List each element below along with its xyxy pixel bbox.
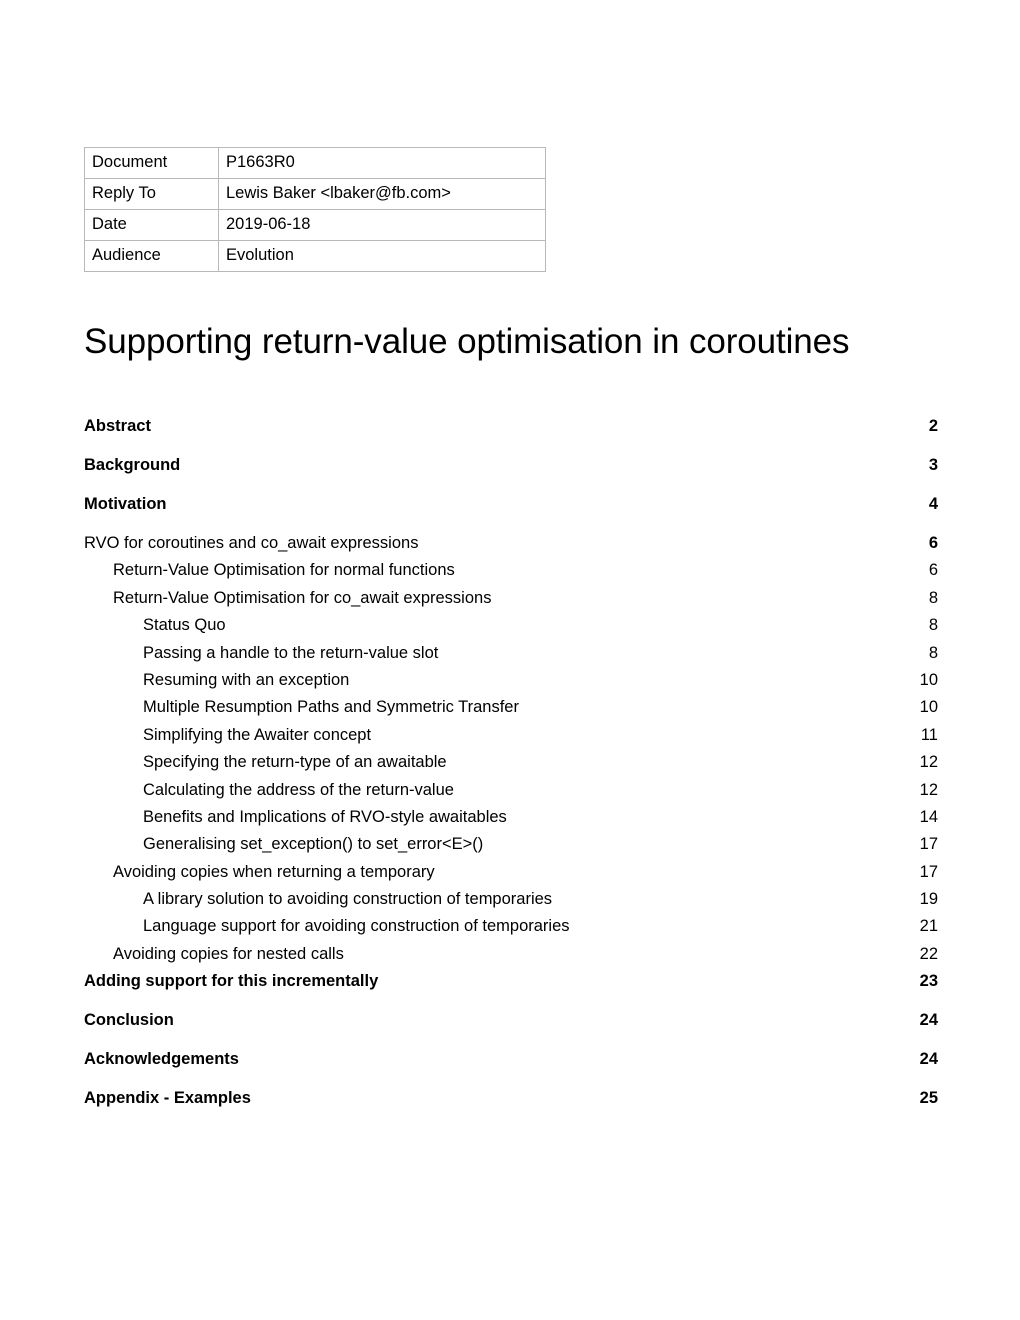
toc-entry-label: Calculating the address of the return-va… [143,780,454,799]
metadata-key-date: Date [84,209,219,241]
toc-entry-page: 8 [928,616,938,635]
toc-entry-benefits-and-implications[interactable]: Benefits and Implications of RVO-style a… [84,807,938,834]
toc-entry-label: Abstract [84,417,151,435]
metadata-key-audience: Audience [84,240,219,272]
toc-entry-page: 25 [919,1089,938,1108]
toc-entry-rvo-co-await-expressions[interactable]: Return-Value Optimisation for co_await e… [84,588,938,615]
table-row: Audience Evolution [84,240,546,272]
document-page: Document P1663R0 Reply To Lewis Baker <l… [0,0,1020,1320]
toc-entry-label: Conclusion [84,1011,174,1030]
toc-entry-page: 21 [919,917,938,936]
toc-entry-status-quo[interactable]: Status Quo 8 [84,615,938,642]
toc-entry-avoiding-copies-temporary[interactable]: Avoiding copies when returning a tempora… [84,862,938,889]
page-title: Supporting return-value optimisation in … [84,322,850,362]
toc-entry-label: Acknowledgements [84,1050,239,1069]
toc-entry-page: 12 [919,753,938,772]
toc-entry-page: 8 [928,588,938,607]
toc-entry-page: 6 [928,534,938,552]
toc-entry-label: RVO for coroutines and co_await expressi… [84,534,419,552]
toc-entry-motivation[interactable]: Motivation 4 [84,494,938,533]
toc-entry-label: Passing a handle to the return-value slo… [143,643,439,662]
toc-entry-page: 3 [928,456,938,474]
metadata-key-reply-to: Reply To [84,178,219,210]
toc-entry-page: 17 [919,835,938,854]
metadata-value-date: 2019-06-18 [218,209,546,241]
toc-entry-page: 10 [919,670,938,689]
toc-entry-specifying-return-type[interactable]: Specifying the return-type of an awaitab… [84,752,938,779]
toc-entry-page: 14 [919,807,938,826]
metadata-key-document: Document [84,147,219,179]
toc-entry-label: Multiple Resumption Paths and Symmetric … [143,698,519,717]
toc-entry-page: 10 [919,698,938,717]
metadata-table-body: Document P1663R0 Reply To Lewis Baker <l… [84,147,546,272]
toc-entry-label: Adding support for this incrementally [84,972,379,991]
toc-entry-label: Generalising set_exception() to set_erro… [143,835,484,854]
toc-entry-resuming-with-an-exception[interactable]: Resuming with an exception 10 [84,670,938,697]
table-row: Date 2019-06-18 [84,209,546,241]
toc-entry-language-support[interactable]: Language support for avoiding constructi… [84,916,938,943]
toc-entry-page: 11 [920,725,938,744]
metadata-value-reply-to: Lewis Baker <lbaker@fb.com> [218,178,546,210]
toc-entry-page: 24 [919,1050,938,1069]
table-of-contents: Abstract 2 Background 3 Motivation 4 RVO… [84,416,938,1127]
toc-entry-label: Motivation [84,495,167,513]
toc-entry-label: Background [84,456,181,474]
metadata-value-document: P1663R0 [218,147,546,179]
toc-entry-label: Appendix - Examples [84,1089,251,1108]
toc-entry-library-solution[interactable]: A library solution to avoiding construct… [84,889,938,916]
toc-entry-adding-support-incrementally[interactable]: Adding support for this incrementally 23 [84,971,938,1010]
document-metadata-table: Document P1663R0 Reply To Lewis Baker <l… [84,147,546,272]
toc-entry-conclusion[interactable]: Conclusion 24 [84,1010,938,1049]
toc-entry-label: Specifying the return-type of an awaitab… [143,753,447,772]
metadata-value-audience: Evolution [218,240,546,272]
toc-entry-label: Simplifying the Awaiter concept [143,725,372,744]
toc-entry-page: 22 [919,944,938,963]
toc-entry-simplifying-awaiter-concept[interactable]: Simplifying the Awaiter concept 11 [84,725,938,752]
toc-entry-generalising-set-exception[interactable]: Generalising set_exception() to set_erro… [84,834,938,861]
toc-entry-abstract[interactable]: Abstract 2 [84,416,938,455]
toc-entry-page: 19 [919,890,938,909]
toc-entry-label: Return-Value Optimisation for co_await e… [113,588,492,607]
toc-entry-page: 17 [919,862,938,881]
toc-entry-label: Return-Value Optimisation for normal fun… [113,561,455,580]
toc-entry-label: Language support for avoiding constructi… [143,917,570,936]
toc-entry-label: A library solution to avoiding construct… [143,890,553,909]
toc-entry-multiple-resumption-paths[interactable]: Multiple Resumption Paths and Symmetric … [84,697,938,724]
toc-entry-page: 4 [928,495,938,513]
toc-entry-label: Status Quo [143,616,226,635]
toc-entry-background[interactable]: Background 3 [84,455,938,494]
toc-entry-label: Avoiding copies for nested calls [113,944,344,963]
toc-entry-label: Resuming with an exception [143,670,350,689]
toc-entry-label: Benefits and Implications of RVO-style a… [143,807,507,826]
toc-entry-rvo-for-coroutines[interactable]: RVO for coroutines and co_await expressi… [84,533,938,560]
toc-entry-passing-a-handle[interactable]: Passing a handle to the return-value slo… [84,643,938,670]
toc-entry-page: 12 [919,780,938,799]
toc-entry-page: 2 [928,417,938,435]
toc-entry-acknowledgements[interactable]: Acknowledgements 24 [84,1049,938,1088]
toc-entry-page: 8 [928,643,938,662]
toc-entry-calculating-address[interactable]: Calculating the address of the return-va… [84,780,938,807]
table-row: Reply To Lewis Baker <lbaker@fb.com> [84,178,546,210]
toc-entry-rvo-normal-functions[interactable]: Return-Value Optimisation for normal fun… [84,560,938,587]
toc-entry-appendix-examples[interactable]: Appendix - Examples 25 [84,1088,938,1127]
toc-entry-avoiding-copies-nested-calls[interactable]: Avoiding copies for nested calls 22 [84,944,938,971]
toc-entry-page: 24 [919,1011,938,1030]
toc-entry-page: 6 [928,561,938,580]
toc-entry-page: 23 [919,972,938,991]
table-row: Document P1663R0 [84,147,546,179]
toc-entry-label: Avoiding copies when returning a tempora… [113,862,435,881]
